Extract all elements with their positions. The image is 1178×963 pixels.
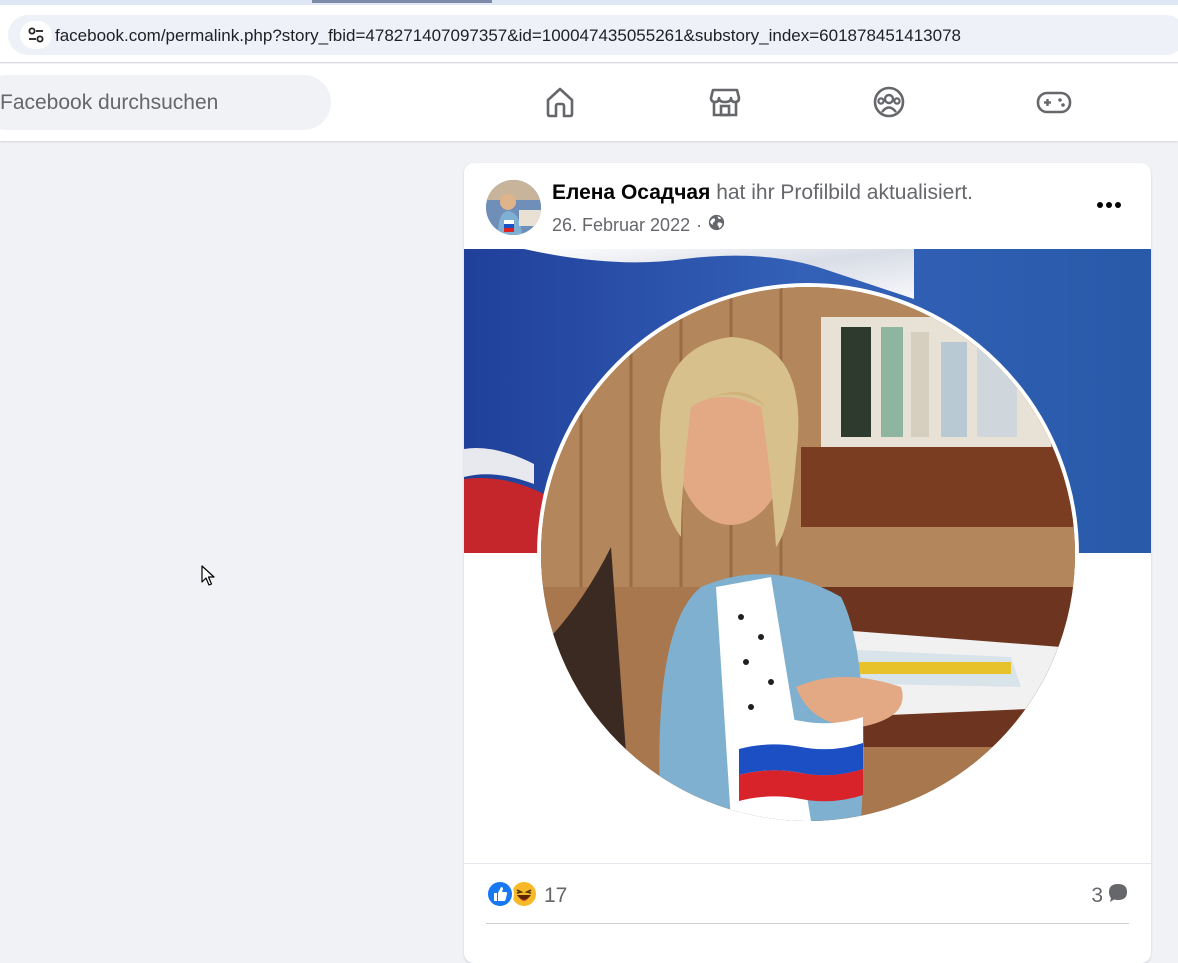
- post-date[interactable]: 26. Februar 2022: [552, 215, 690, 236]
- comment-count[interactable]: 3: [1091, 882, 1129, 910]
- haha-icon: [510, 880, 538, 908]
- post-action-text: hat ihr Profilbild aktualisiert.: [716, 181, 973, 204]
- reactions-bar: 17 3: [464, 863, 1151, 923]
- tune-icon[interactable]: [20, 21, 52, 49]
- comment-count-value: 3: [1091, 884, 1103, 907]
- profile-photo: [537, 283, 1079, 825]
- post-meta: 26. Februar 2022 ·: [552, 214, 725, 236]
- divider: [486, 923, 1129, 924]
- search-input[interactable]: [0, 75, 320, 130]
- meta-separator: ·: [696, 214, 703, 235]
- url-text[interactable]: facebook.com/permalink.php?story_fbid=47…: [55, 26, 961, 46]
- avatar[interactable]: [486, 180, 541, 235]
- home-icon[interactable]: [536, 80, 584, 124]
- reaction-icons[interactable]: [486, 880, 538, 908]
- marketplace-icon[interactable]: [701, 80, 749, 124]
- more-horizontal-icon[interactable]: [1089, 187, 1129, 223]
- active-tab-indicator: [312, 0, 492, 3]
- reaction-count[interactable]: 17: [544, 884, 567, 908]
- author-name[interactable]: Елена Осадчая: [552, 181, 710, 204]
- post-header: Елена Осадчая hat ihr Profilbild aktuali…: [552, 181, 973, 205]
- globe-icon[interactable]: [708, 214, 725, 236]
- facebook-header: [0, 64, 1178, 141]
- post-card: Елена Осадчая hat ihr Profilbild aktuali…: [464, 163, 1151, 963]
- gaming-icon[interactable]: [1030, 80, 1078, 124]
- comment-icon: [1107, 882, 1129, 910]
- like-icon: [486, 880, 514, 908]
- address-bar: facebook.com/permalink.php?story_fbid=47…: [0, 5, 1178, 63]
- mouse-cursor-icon: [201, 565, 217, 592]
- profile-picture-update[interactable]: [464, 249, 1151, 863]
- search-box[interactable]: [0, 75, 331, 130]
- groups-icon[interactable]: [865, 80, 913, 124]
- omnibox[interactable]: facebook.com/permalink.php?story_fbid=47…: [8, 15, 1178, 55]
